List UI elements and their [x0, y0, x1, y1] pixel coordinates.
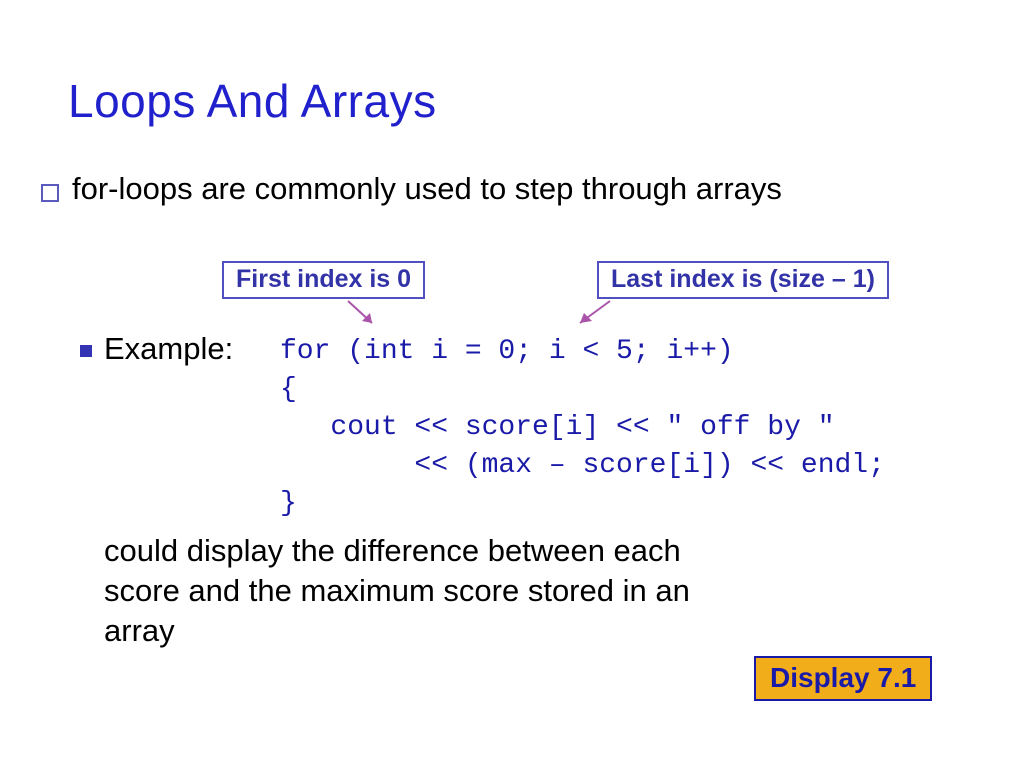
slide-title: Loops And Arrays [68, 74, 437, 128]
code-line-2: { [280, 374, 297, 405]
code-snippet: for (int i = 0; i < 5; i++) { cout << sc… [280, 333, 885, 523]
bullet-square-icon [41, 184, 59, 202]
display-button[interactable]: Display 7.1 [754, 656, 932, 701]
desc-line-3: array [104, 611, 175, 651]
code-line-1: for (int i = 0; i < 5; i++) [280, 336, 734, 367]
desc-line-1: could display the difference between eac… [104, 531, 681, 571]
desc-line-2: score and the maximum score stored in an [104, 571, 690, 611]
example-label: Example: [104, 329, 233, 369]
bullet-text-forloops: for-loops are commonly used to step thro… [72, 169, 942, 209]
callout-first-index: First index is 0 [222, 261, 425, 299]
callout-last-index: Last index is (size – 1) [597, 261, 889, 299]
code-line-5: } [280, 488, 297, 519]
code-line-3: cout << score[i] << " off by " [280, 412, 835, 443]
code-line-4: << (max – score[i]) << endl; [280, 450, 885, 481]
bullet-filled-icon [80, 345, 92, 357]
